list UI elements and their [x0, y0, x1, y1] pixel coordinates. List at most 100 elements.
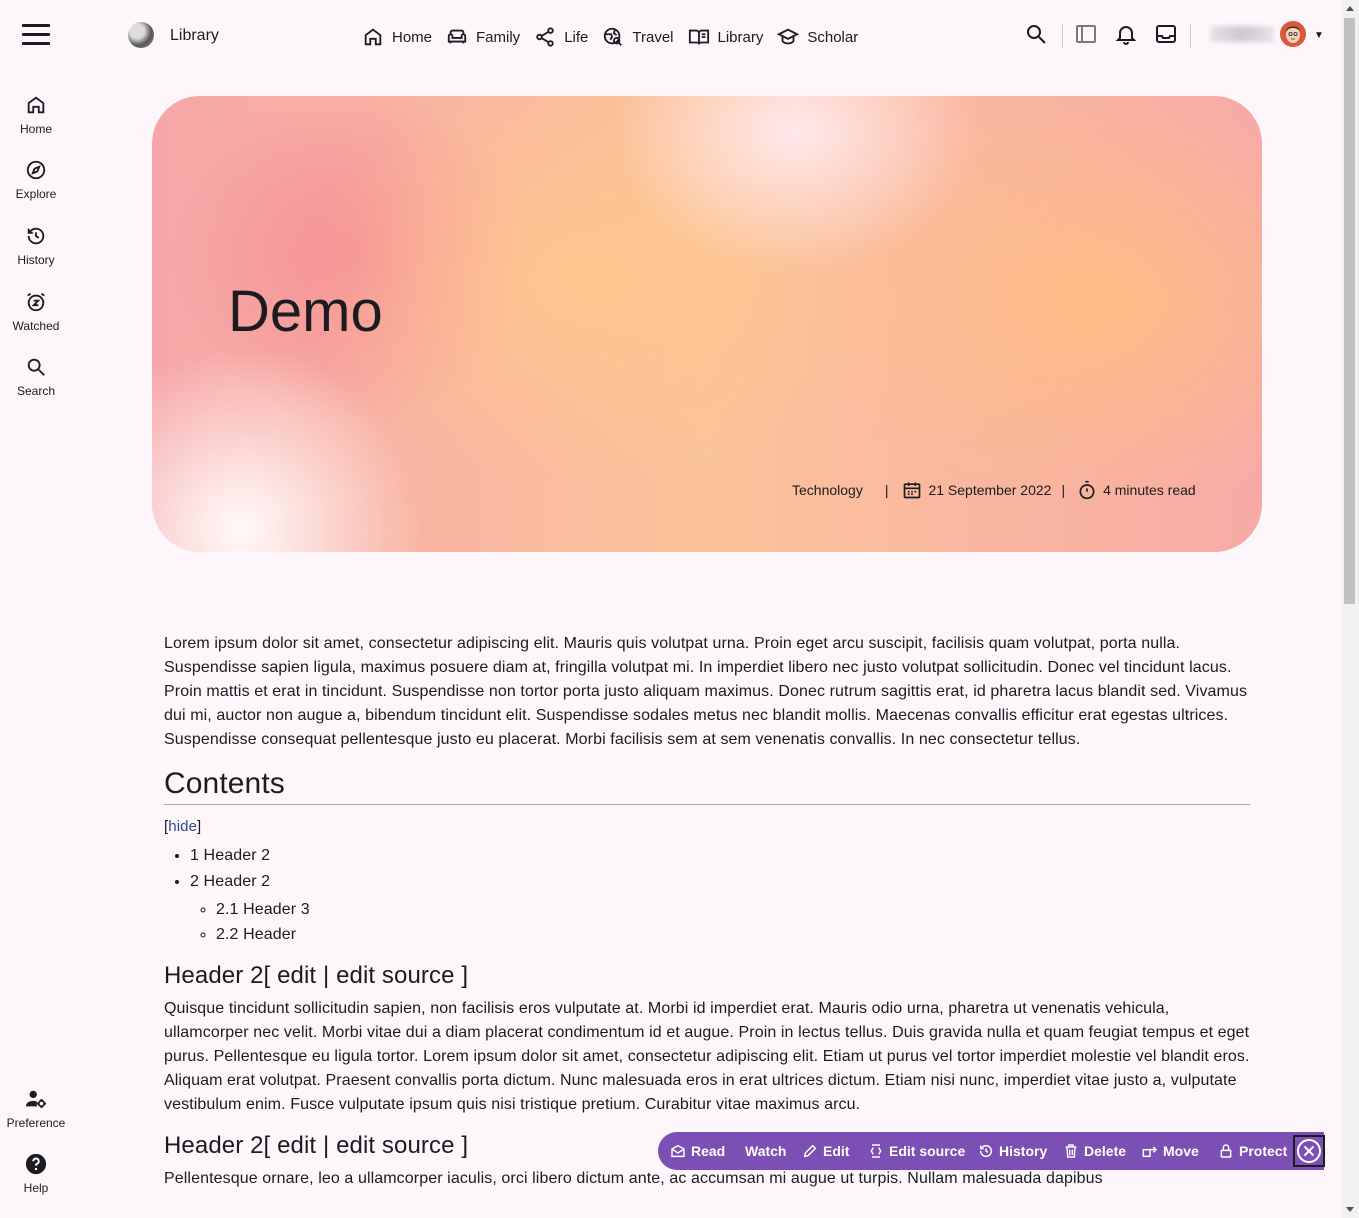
- toc-subitem-label: 2.2 Header: [216, 926, 297, 943]
- edit-source-link[interactable]: edit source: [336, 962, 455, 989]
- nav-scholar[interactable]: Scholar: [777, 24, 858, 50]
- chevron-down-icon: ▼: [1314, 30, 1324, 41]
- toc-subitem-label: 2.1 Header 3: [216, 901, 310, 918]
- trash-icon: [1065, 1144, 1077, 1158]
- search-icon: [27, 358, 45, 376]
- category-label[interactable]: Technology: [792, 482, 863, 498]
- rail-item-preference[interactable]: Preference: [0, 1088, 72, 1130]
- section-title: Header 2: [164, 962, 264, 989]
- pencil-icon: [803, 1144, 817, 1158]
- toc-item-label: 2 Header 2: [190, 873, 271, 890]
- protect-label: Protect: [1239, 1143, 1288, 1159]
- help-icon: [25, 1153, 47, 1175]
- article-meta: Technology | 21 September 2022 | 4 minut…: [792, 480, 1196, 500]
- section-title: Header 2: [164, 1132, 264, 1159]
- nav-scholar-label: Scholar: [807, 28, 859, 46]
- table-of-contents: 1 Header 2 2 Header 2 2.1 Header 3 2.2 H…: [164, 843, 1250, 947]
- close-action-bar-button[interactable]: [1293, 1135, 1325, 1167]
- publish-date: 21 September 2022: [928, 482, 1052, 498]
- edit-source-link[interactable]: edit source: [336, 1132, 455, 1159]
- hamburger-menu-icon[interactable]: [22, 24, 50, 48]
- page-title: Demo: [228, 279, 383, 344]
- rail-item-explore[interactable]: Explore: [0, 159, 72, 201]
- scroll-down-arrow-icon[interactable]: [1346, 1207, 1354, 1212]
- edit-source-label: Edit source: [889, 1143, 966, 1159]
- edit-source-button[interactable]: Edit source: [868, 1132, 965, 1170]
- toc-item[interactable]: 1 Header 2: [190, 843, 1250, 869]
- read-label: Read: [691, 1143, 726, 1159]
- calendar-icon: [904, 482, 921, 499]
- move-button[interactable]: Move: [1142, 1132, 1199, 1170]
- rail-item-history[interactable]: History: [0, 225, 72, 267]
- edit-button[interactable]: Edit: [802, 1132, 849, 1170]
- toc-item[interactable]: 2 Header 2 2.1 Header 3 2.2 Header: [190, 869, 1250, 947]
- page-action-bar: Read Watch Edit Edit source History Dele…: [658, 1132, 1324, 1170]
- sidebar-panel-icon[interactable]: [1074, 22, 1098, 46]
- hero-banner: Demo Technology | 21 September 2022 | 4 …: [152, 96, 1262, 552]
- edit-bracket: ]: [454, 1132, 469, 1159]
- watch-button[interactable]: Watch: [745, 1132, 786, 1170]
- delete-label: Delete: [1084, 1143, 1127, 1159]
- hide-toc-link[interactable]: hide: [168, 818, 197, 835]
- edit-label: Edit: [823, 1143, 850, 1159]
- rail-item-label: Preference: [6, 1116, 66, 1130]
- rail-item-label: History: [17, 253, 55, 267]
- edit-divider: |: [316, 962, 337, 989]
- edit-bracket: [: [263, 1132, 278, 1159]
- toc-subitem[interactable]: 2.2 Header: [216, 922, 1250, 947]
- nav-library[interactable]: Library: [688, 24, 764, 50]
- home-icon: [364, 28, 382, 46]
- nav-home[interactable]: Home: [362, 24, 432, 50]
- vertical-scrollbar[interactable]: [1341, 0, 1359, 1218]
- move-icon: [1142, 1146, 1158, 1158]
- nav-life[interactable]: Life: [534, 24, 588, 50]
- read-time: 4 minutes read: [1103, 482, 1196, 498]
- nav-travel[interactable]: Travel: [602, 24, 674, 50]
- edit-link[interactable]: edit: [277, 962, 316, 989]
- site-logo[interactable]: [128, 22, 154, 48]
- rail-item-label: Watched: [12, 319, 60, 333]
- read-button[interactable]: Read: [670, 1132, 725, 1170]
- section-paragraph: Pellentesque ornare, leo a ullamcorper i…: [164, 1170, 1103, 1187]
- nav-library-label: Library: [717, 28, 764, 46]
- user-settings-icon: [25, 1090, 47, 1109]
- move-label: Move: [1163, 1143, 1199, 1159]
- bell-icon[interactable]: [1114, 22, 1138, 46]
- toc-subitem[interactable]: 2.1 Header 3: [216, 897, 1250, 922]
- edit-link[interactable]: edit: [277, 1132, 316, 1159]
- site-title[interactable]: Library: [170, 27, 219, 45]
- close-icon: [1297, 1139, 1321, 1163]
- rail-item-home[interactable]: Home: [0, 94, 72, 136]
- avatar-face-icon: [1280, 21, 1306, 47]
- contents-heading: Contents: [164, 766, 1250, 805]
- rail-item-watched[interactable]: Watched: [0, 291, 72, 333]
- avatar: [1280, 21, 1306, 47]
- inbox-icon[interactable]: [1154, 22, 1178, 46]
- divider: [1062, 24, 1063, 48]
- rail-item-label: Search: [16, 384, 56, 398]
- nav-home-label: Home: [392, 28, 433, 46]
- article-content: Lorem ipsum dolor sit amet, consectetur …: [164, 632, 1250, 1191]
- nav-family[interactable]: Family: [446, 24, 520, 50]
- user-menu[interactable]: ▼: [1210, 20, 1324, 50]
- history-label: History: [999, 1143, 1048, 1159]
- scrollbar-thumb[interactable]: [1344, 18, 1355, 604]
- history-button[interactable]: History: [978, 1132, 1047, 1170]
- book-icon: [688, 29, 709, 45]
- nav-travel-label: Travel: [632, 28, 674, 46]
- edit-source-icon: [870, 1144, 882, 1158]
- edit-divider: |: [316, 1132, 337, 1159]
- rail-item-search[interactable]: Search: [0, 356, 72, 398]
- top-navigation: Home Family Life Travel Library Scholar: [362, 24, 872, 50]
- search-icon[interactable]: [1024, 22, 1048, 46]
- lock-icon: [1220, 1144, 1232, 1158]
- meta-separator: |: [884, 482, 889, 498]
- protect-button[interactable]: Protect: [1218, 1132, 1287, 1170]
- compass-icon: [26, 160, 46, 180]
- section-heading: Header 2[ edit | edit source ]: [164, 961, 1250, 991]
- scroll-up-arrow-icon[interactable]: [1346, 6, 1354, 11]
- timer-icon: [1079, 480, 1095, 500]
- rail-item-help[interactable]: Help: [0, 1153, 72, 1195]
- rail-item-label: Explore: [15, 187, 57, 201]
- delete-button[interactable]: Delete: [1063, 1132, 1126, 1170]
